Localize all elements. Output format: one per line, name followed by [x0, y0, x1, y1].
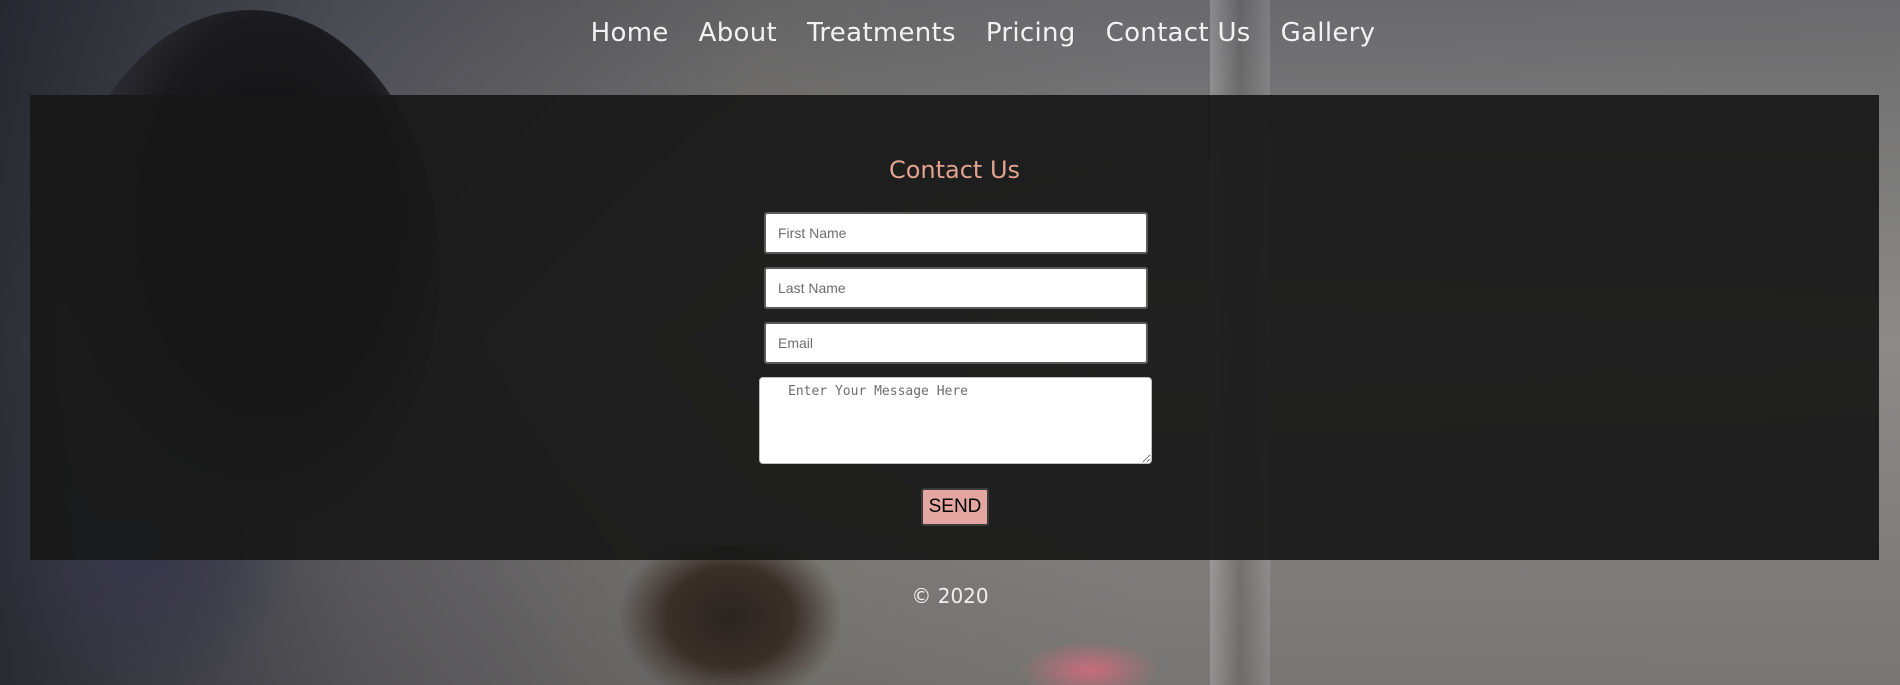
nav-home[interactable]: Home — [591, 18, 669, 48]
email-input[interactable] — [764, 322, 1148, 364]
nav-treatments[interactable]: Treatments — [807, 18, 956, 48]
contact-form-title: Contact Us — [888, 156, 1021, 184]
nav-gallery[interactable]: Gallery — [1281, 18, 1376, 48]
message-textarea[interactable] — [759, 377, 1152, 464]
footer-copyright: © 2020 — [911, 584, 989, 608]
nav-pricing[interactable]: Pricing — [986, 18, 1076, 48]
first-name-input[interactable] — [764, 212, 1148, 254]
nav-contact-us[interactable]: Contact Us — [1106, 18, 1251, 48]
background-pink-object — [1020, 640, 1160, 685]
contact-panel: Contact Us SEND — [30, 95, 1879, 560]
main-nav: Home About Treatments Pricing Contact Us… — [0, 18, 1900, 48]
last-name-input[interactable] — [764, 267, 1148, 309]
background-client-head — [620, 545, 840, 685]
nav-about[interactable]: About — [699, 18, 777, 48]
send-button[interactable]: SEND — [921, 488, 989, 526]
